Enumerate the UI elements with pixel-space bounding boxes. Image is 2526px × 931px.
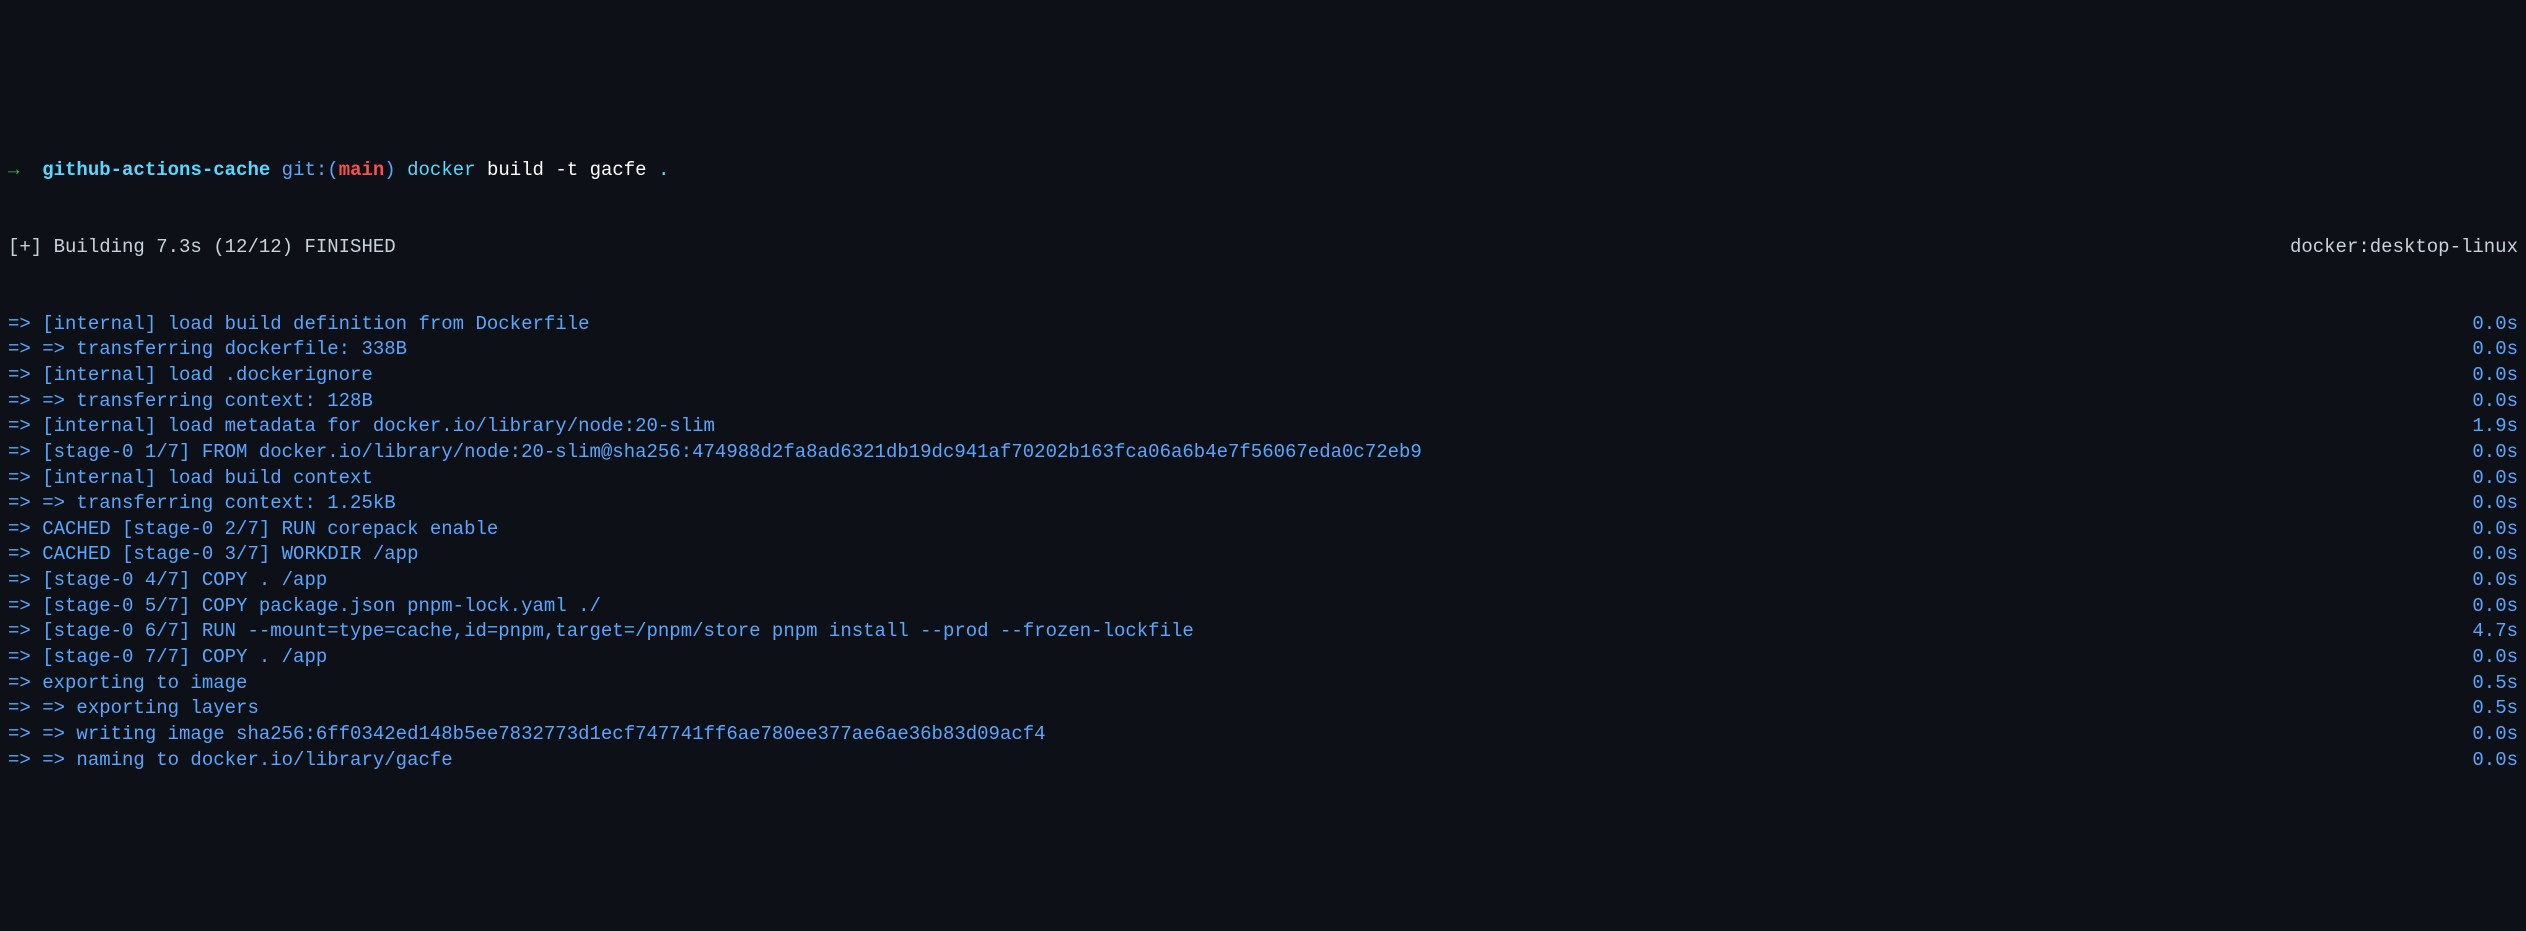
build-step-duration: 0.0s (2452, 517, 2518, 543)
build-step-duration: 1.9s (2452, 414, 2518, 440)
build-step-text: => [stage-0 6/7] RUN --mount=type=cache,… (8, 619, 1194, 645)
build-step-text: => => exporting layers (8, 696, 259, 722)
build-step-duration: 0.0s (2452, 312, 2518, 338)
build-step-duration: 0.0s (2452, 568, 2518, 594)
build-step-duration: 0.0s (2452, 337, 2518, 363)
build-step-line: => [internal] load .dockerignore 0.0s (8, 363, 2518, 389)
build-step-duration: 0.0s (2452, 440, 2518, 466)
build-step-text: => exporting to image (8, 671, 247, 697)
build-step-line: => => writing image sha256:6ff0342ed148b… (8, 722, 2518, 748)
build-step-text: => [internal] load metadata for docker.i… (8, 414, 715, 440)
build-step-line: => [stage-0 5/7] COPY package.json pnpm-… (8, 594, 2518, 620)
build-step-duration: 0.5s (2452, 671, 2518, 697)
cmd-build: build (487, 158, 544, 184)
build-step-duration: 0.0s (2452, 594, 2518, 620)
current-directory: github-actions-cache (42, 158, 270, 184)
prompt-arrow-icon: → (8, 158, 19, 184)
build-step-duration: 0.0s (2452, 363, 2518, 389)
build-step-duration: 0.0s (2452, 466, 2518, 492)
build-step-text: => CACHED [stage-0 2/7] RUN corepack ena… (8, 517, 498, 543)
build-step-line: => => naming to docker.io/library/gacfe 0… (8, 748, 2518, 774)
build-step-line: => [stage-0 4/7] COPY . /app 0.0s (8, 568, 2518, 594)
git-branch: main (339, 158, 385, 184)
build-step-line: => => transferring context: 1.25kB 0.0s (8, 491, 2518, 517)
build-steps: => [internal] load build definition from… (8, 312, 2518, 774)
build-step-duration: 0.5s (2452, 696, 2518, 722)
build-step-line: => => transferring context: 128B 0.0s (8, 389, 2518, 415)
build-step-text: => [internal] load build context (8, 466, 373, 492)
build-step-line: => [internal] load metadata for docker.i… (8, 414, 2518, 440)
cmd-tag: gacfe (590, 158, 647, 184)
build-step-text: => [stage-0 7/7] COPY . /app (8, 645, 327, 671)
build-step-line: => => transferring dockerfile: 338B 0.0s (8, 337, 2518, 363)
build-status: [+] Building 7.3s (12/12) FINISHED (8, 235, 396, 261)
build-step-text: => [internal] load build definition from… (8, 312, 590, 338)
build-step-text: => [stage-0 1/7] FROM docker.io/library/… (8, 440, 1422, 466)
build-step-line: => CACHED [stage-0 2/7] RUN corepack ena… (8, 517, 2518, 543)
build-step-duration: 0.0s (2452, 748, 2518, 774)
build-step-line: => [stage-0 7/7] COPY . /app 0.0s (8, 645, 2518, 671)
build-step-line: => => exporting layers 0.5s (8, 696, 2518, 722)
build-step-duration: 0.0s (2452, 542, 2518, 568)
build-step-text: => => transferring context: 128B (8, 389, 373, 415)
build-step-line: => exporting to image 0.5s (8, 671, 2518, 697)
build-step-text: => => naming to docker.io/library/gacfe (8, 748, 453, 774)
build-step-line: => [stage-0 6/7] RUN --mount=type=cache,… (8, 619, 2518, 645)
build-step-duration: 0.0s (2452, 645, 2518, 671)
build-step-text: => => transferring dockerfile: 338B (8, 337, 407, 363)
build-step-duration: 0.0s (2452, 722, 2518, 748)
build-step-duration: 4.7s (2452, 619, 2518, 645)
build-driver: docker:desktop-linux (2290, 235, 2518, 261)
build-step-line: => [internal] load build definition from… (8, 312, 2518, 338)
build-step-line: => [stage-0 1/7] FROM docker.io/library/… (8, 440, 2518, 466)
cmd-dot: . (658, 158, 669, 184)
build-step-text: => CACHED [stage-0 3/7] WORKDIR /app (8, 542, 418, 568)
build-step-line: => [internal] load build context 0.0s (8, 466, 2518, 492)
git-label-close: ) (384, 158, 395, 184)
build-step-duration: 0.0s (2452, 389, 2518, 415)
terminal-output[interactable]: → github-actions-cache git:(main) docker… (8, 107, 2518, 799)
build-step-line: => CACHED [stage-0 3/7] WORKDIR /app 0.0s (8, 542, 2518, 568)
build-step-text: => [stage-0 5/7] COPY package.json pnpm-… (8, 594, 601, 620)
build-step-duration: 0.0s (2452, 491, 2518, 517)
build-step-text: => => transferring context: 1.25kB (8, 491, 396, 517)
build-step-text: => [stage-0 4/7] COPY . /app (8, 568, 327, 594)
cmd-flag: -t (555, 158, 578, 184)
build-step-text: => [internal] load .dockerignore (8, 363, 373, 389)
cmd-docker: docker (407, 158, 475, 184)
build-header: [+] Building 7.3s (12/12) FINISHED docker… (8, 235, 2518, 261)
build-step-text: => => writing image sha256:6ff0342ed148b… (8, 722, 1046, 748)
shell-prompt-line: → github-actions-cache git:(main) docker… (8, 158, 2518, 184)
git-label: git:( (282, 158, 339, 184)
